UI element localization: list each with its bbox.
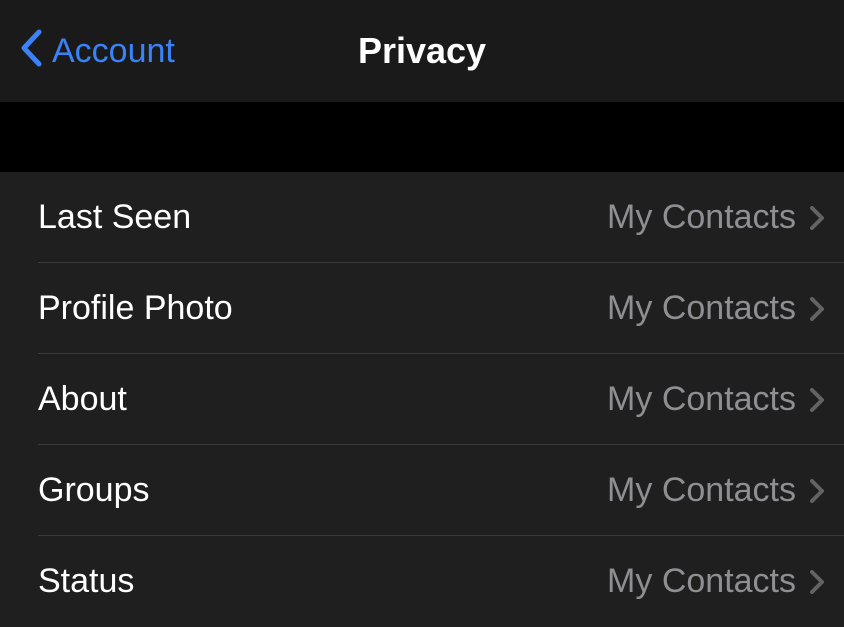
setting-label: Profile Photo [38, 289, 233, 328]
back-label: Account [52, 32, 175, 71]
setting-value: My Contacts [607, 198, 796, 237]
chevron-right-icon [810, 570, 824, 594]
setting-value-group: My Contacts [607, 198, 824, 237]
setting-value-group: My Contacts [607, 289, 824, 328]
chevron-left-icon [20, 29, 42, 74]
chevron-right-icon [810, 388, 824, 412]
privacy-settings-list: Last Seen My Contacts Profile Photo My C… [0, 172, 844, 627]
section-spacer [0, 102, 844, 172]
setting-value: My Contacts [607, 289, 796, 328]
setting-row-groups[interactable]: Groups My Contacts [0, 445, 844, 536]
back-button[interactable]: Account [20, 29, 175, 74]
nav-bar: Account Privacy [0, 0, 844, 102]
setting-row-last-seen[interactable]: Last Seen My Contacts [0, 172, 844, 263]
setting-label: About [38, 380, 127, 419]
setting-value: My Contacts [607, 471, 796, 510]
setting-value-group: My Contacts [607, 471, 824, 510]
setting-row-status[interactable]: Status My Contacts [0, 536, 844, 627]
setting-value-group: My Contacts [607, 562, 824, 601]
setting-label: Groups [38, 471, 150, 510]
setting-label: Status [38, 562, 134, 601]
chevron-right-icon [810, 479, 824, 503]
setting-value-group: My Contacts [607, 380, 824, 419]
setting-row-about[interactable]: About My Contacts [0, 354, 844, 445]
setting-label: Last Seen [38, 198, 191, 237]
page-title: Privacy [358, 30, 486, 72]
chevron-right-icon [810, 206, 824, 230]
chevron-right-icon [810, 297, 824, 321]
setting-value: My Contacts [607, 380, 796, 419]
setting-row-profile-photo[interactable]: Profile Photo My Contacts [0, 263, 844, 354]
setting-value: My Contacts [607, 562, 796, 601]
